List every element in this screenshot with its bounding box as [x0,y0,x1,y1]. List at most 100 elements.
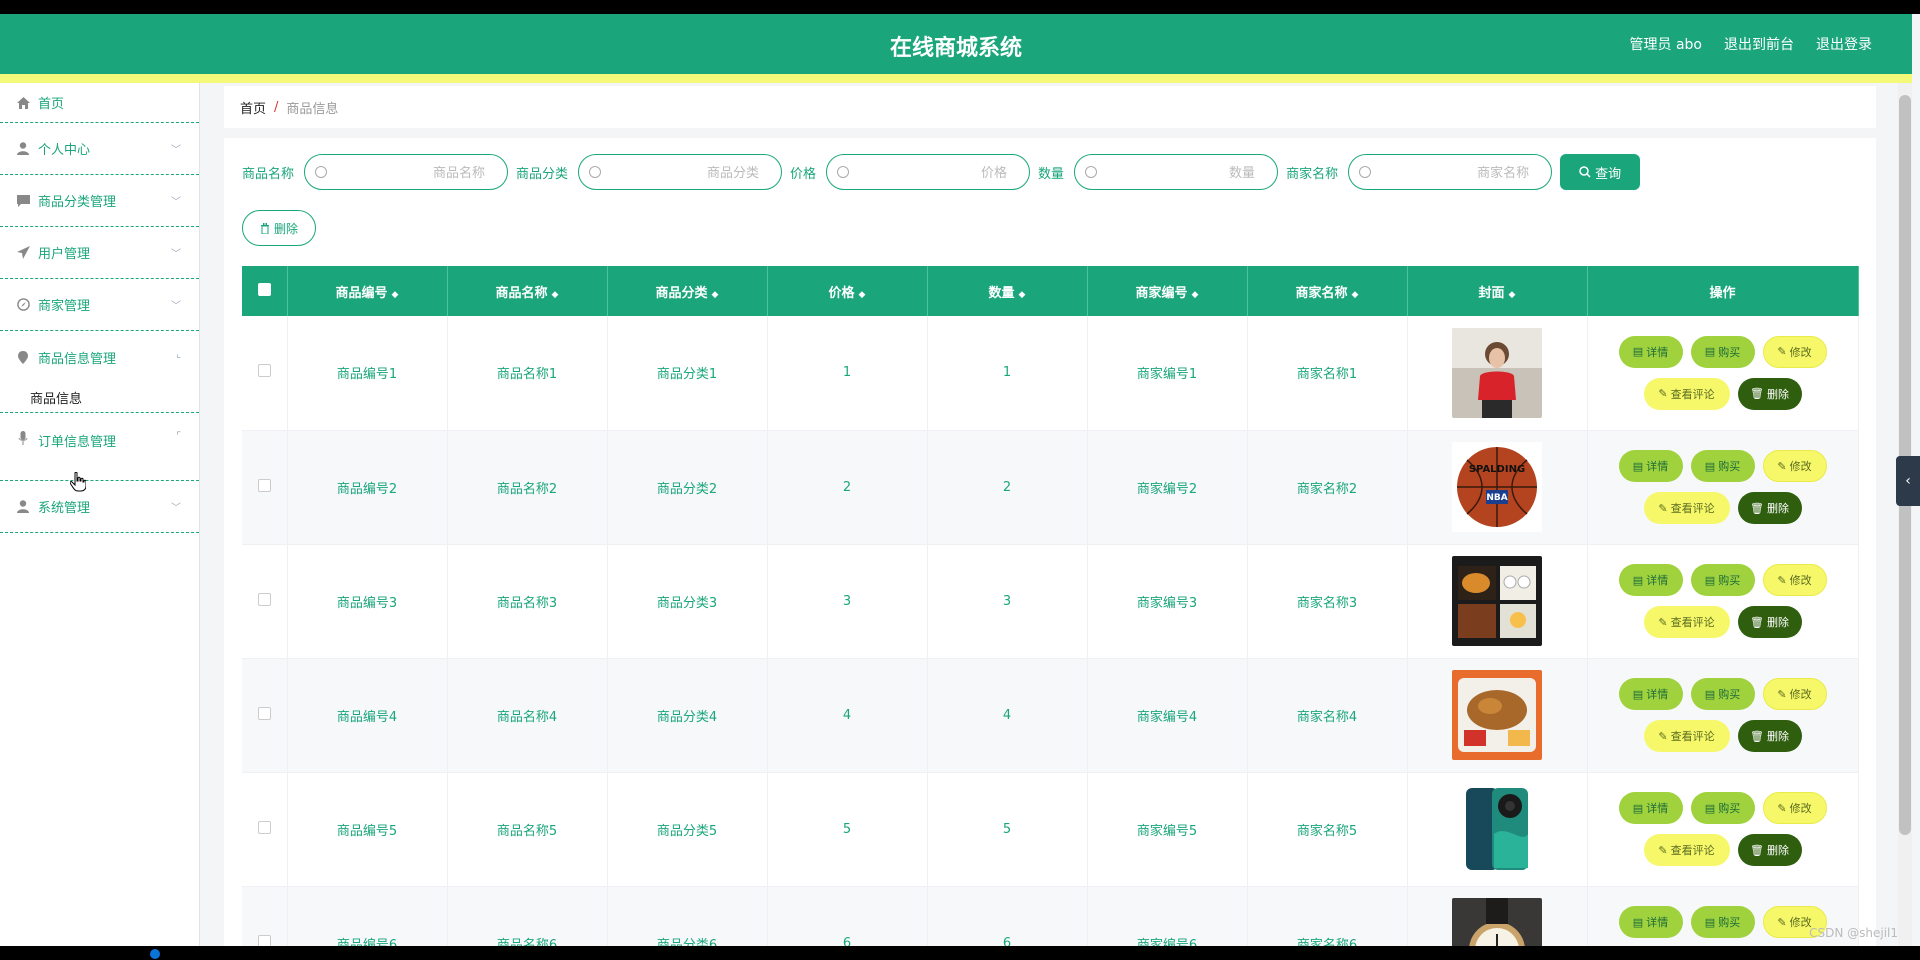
row-checkbox[interactable] [257,592,271,606]
table-cell: 1 [767,316,928,431]
edit-button[interactable]: ✎ 修改 [1762,678,1827,710]
table-cell: 商品编号6 [287,886,448,946]
detail-button[interactable]: ▤ 详情 [1618,450,1683,482]
sidebar-item-home[interactable]: 首页 [0,83,199,123]
buy-button[interactable]: ▤ 购买 [1690,335,1755,368]
merchant-name-input[interactable] [1379,163,1530,183]
edit-button[interactable]: ✎ 修改 [1762,564,1827,596]
view-reviews-button[interactable]: ✎ 查看评论 [1643,492,1730,524]
delete-button[interactable]: 🗑 删除 [1737,492,1802,524]
exit-to-front-link[interactable]: 退出到前台 [1724,34,1794,54]
edit-button[interactable]: ✎ 修改 [1762,335,1827,368]
breadcrumb-separator: / [274,99,279,115]
document-icon: ▤ [1704,801,1716,815]
cover-cell [1407,886,1588,946]
buy-button[interactable]: ▤ 购买 [1690,450,1755,482]
buy-button[interactable]: ▤ 购买 [1690,678,1755,710]
sidebar-item-category[interactable]: 商品分类管理 ﹀ [0,175,199,227]
bulk-delete-button[interactable]: 删除 [242,210,316,246]
chevron-up-icon: ⌞ [176,349,181,360]
pencil-icon: ✎ [1777,687,1787,701]
breadcrumb-current: 商品信息 [286,101,339,117]
submenu-item-product-info[interactable]: 商品信息 [0,383,199,413]
select-all-cell [242,266,288,316]
sidebar-item-product-info[interactable]: 商品信息管理 ⌞ [0,331,199,383]
collapse-panel-button[interactable]: ‹ [1896,456,1920,506]
search-label-quantity: 数量 [1038,166,1065,182]
buy-button[interactable]: ▤ 购买 [1690,906,1755,938]
watermark: CSDN @shejil1 [1809,926,1898,940]
table-cell: 商品名称2 [447,430,608,545]
table-cell: 商家编号4 [1087,658,1248,773]
column-header[interactable]: 商家名称 ◆ [1247,266,1408,316]
delete-button[interactable]: 🗑 删除 [1737,377,1802,410]
query-button[interactable]: 查询 [1560,154,1641,190]
sidebar-item-personal-center[interactable]: 个人中心 ﹀ [0,123,199,175]
table-cell: 6 [767,886,928,946]
edit-button[interactable]: ✎ 修改 [1762,792,1827,824]
view-reviews-button[interactable]: ✎ 查看评论 [1643,377,1730,410]
row-checkbox[interactable] [257,934,271,946]
delete-button[interactable]: 🗑 删除 [1737,834,1802,866]
view-reviews-button[interactable]: ✎ 查看评论 [1643,834,1730,866]
admin-user-link[interactable]: 管理员 abo [1630,34,1702,54]
column-header[interactable]: 封面 ◆ [1407,266,1588,316]
cover-image[interactable]: SPALDING NBA [1452,442,1542,532]
table-cell: 商品编号2 [287,430,448,545]
table-cell: 商品分类6 [607,886,768,946]
table-row: 商品编号6商品名称6商品分类666商家编号6商家名称6▤详情▤购买✎修改✎查看评… [242,886,1859,946]
column-header[interactable]: 数量 ◆ [927,266,1088,316]
detail-button[interactable]: ▤ 详情 [1618,906,1683,938]
table-cell: 商家编号3 [1087,544,1248,659]
cover-cell [1407,658,1588,773]
detail-button[interactable]: ▤ 详情 [1618,792,1683,824]
product-category-input[interactable] [609,163,760,183]
row-checkbox[interactable] [257,478,271,492]
select-all-checkbox[interactable] [257,282,271,296]
row-checkbox[interactable] [257,820,271,834]
column-header[interactable]: 商品编号 ◆ [287,266,448,316]
page-scrollbar[interactable] [1898,83,1912,946]
microphone-icon [16,431,30,445]
column-header[interactable]: 商品分类 ◆ [607,266,768,316]
detail-button[interactable]: ▤ 详情 [1618,564,1683,596]
sidebar-item-system[interactable]: 系统管理 ﹀ [0,481,199,533]
row-checkbox[interactable] [257,706,271,720]
content-panel: 商品名称 商品分类 价格 数量 [224,138,1876,946]
column-header[interactable]: 商品名称 ◆ [447,266,608,316]
product-name-input[interactable] [335,163,486,183]
view-reviews-button[interactable]: ✎ 查看评论 [1643,720,1730,752]
cover-image[interactable] [1452,784,1542,874]
search-icon [315,166,328,178]
search-icon [1579,166,1591,178]
sidebar-item-merchants[interactable]: 商家管理 ﹀ [0,279,199,331]
document-icon: ▤ [1632,573,1644,587]
table-row: 商品编号3 商品名称3 商品分类3 3 3 商家编号3 商家名称3 ▤ 详情 ▤ 购买 ✎ 修改 ✎ 查看评… [242,544,1859,659]
detail-button[interactable]: ▤ 详情 [1618,335,1683,368]
row-checkbox[interactable] [257,364,271,378]
view-reviews-button[interactable]: ✎ 查看评论 [1643,606,1730,638]
cover-image[interactable] [1452,670,1542,760]
logout-link[interactable]: 退出登录 [1816,34,1872,54]
price-input[interactable] [857,163,1008,183]
search-label-name: 商品名称 [242,166,295,182]
sidebar-item-orders[interactable]: 订单信息管理 ⌜ [0,413,199,481]
column-header[interactable]: 价格 ◆ [767,266,928,316]
delete-button[interactable]: 🗑 删除 [1737,606,1802,638]
top-header: 在线商城系统 管理员 abo 退出到前台 退出登录 [0,14,1912,74]
breadcrumb-home[interactable]: 首页 [240,98,266,117]
buy-button[interactable]: ▤ 购买 [1690,792,1755,824]
document-icon: ▤ [1704,915,1716,929]
table-cell: 商家名称3 [1247,544,1408,659]
column-header[interactable]: 商家编号 ◆ [1087,266,1248,316]
cover-image[interactable] [1452,327,1542,418]
quantity-input[interactable] [1105,163,1256,183]
edit-button[interactable]: ✎ 修改 [1762,450,1827,482]
sidebar-item-users[interactable]: 用户管理 ﹀ [0,227,199,279]
detail-button[interactable]: ▤ 详情 [1618,678,1683,710]
cover-image[interactable] [1452,898,1542,946]
delete-button[interactable]: 🗑 删除 [1737,720,1802,752]
buy-button[interactable]: ▤ 购买 [1690,564,1755,596]
cover-image[interactable] [1452,556,1542,646]
cover-cell [1407,772,1588,887]
